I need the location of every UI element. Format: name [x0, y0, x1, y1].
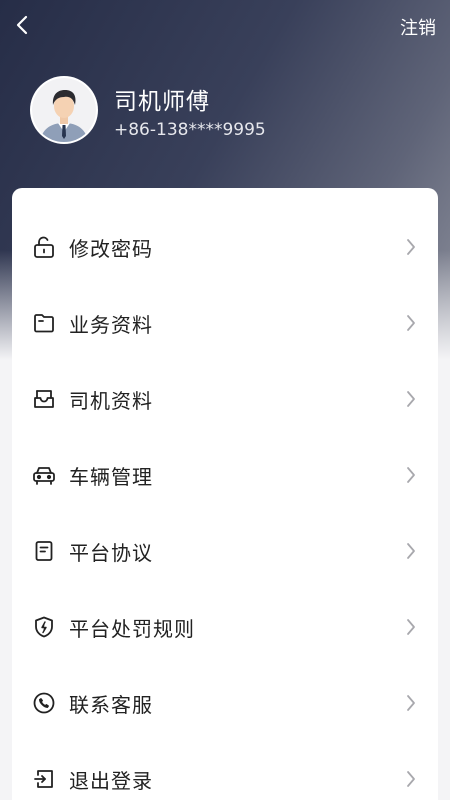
menu-item-label: 车辆管理: [69, 464, 153, 489]
chevron-right-icon: [404, 769, 418, 789]
lock-icon: [31, 234, 57, 260]
menu-item-driver-info[interactable]: 司机资料: [12, 361, 438, 437]
inbox-icon: [31, 386, 57, 412]
menu-item-penalty-rules[interactable]: 平台处罚规则: [12, 589, 438, 665]
menu-item-vehicle-management[interactable]: 车辆管理: [12, 437, 438, 513]
menu-item-sign-out[interactable]: 退出登录: [12, 741, 438, 800]
menu-item-label: 平台协议: [69, 540, 153, 565]
menu-item-label: 司机资料: [69, 388, 153, 413]
avatar-man-icon: [32, 78, 96, 142]
chevron-right-icon: [404, 617, 418, 637]
menu-item-change-password[interactable]: 修改密码: [12, 209, 438, 285]
menu-item-label: 修改密码: [69, 236, 153, 261]
folder-icon: [31, 310, 57, 336]
menu-card: 修改密码 业务资料 司机资料 车辆管理 平台协议 平台处罚规则 联系客服 退出登…: [12, 188, 438, 800]
menu-item-label: 联系客服: [69, 692, 153, 717]
user-phone: +86-138****9995: [114, 120, 266, 140]
car-icon: [31, 462, 57, 488]
document-icon: [31, 538, 57, 564]
chevron-right-icon: [404, 465, 418, 485]
chevron-left-icon: [16, 15, 28, 35]
menu-item-platform-agreement[interactable]: 平台协议: [12, 513, 438, 589]
avatar[interactable]: [30, 76, 98, 144]
menu-item-customer-service[interactable]: 联系客服: [12, 665, 438, 741]
user-name: 司机师傅: [114, 89, 210, 115]
chevron-right-icon: [404, 389, 418, 409]
menu-item-label: 平台处罚规则: [69, 616, 195, 641]
menu-item-label: 退出登录: [69, 768, 153, 793]
menu-item-business-info[interactable]: 业务资料: [12, 285, 438, 361]
account-cancel-button[interactable]: 注销: [400, 14, 436, 40]
shield-bolt-icon: [31, 614, 57, 640]
chevron-right-icon: [404, 313, 418, 333]
chevron-right-icon: [404, 541, 418, 561]
back-button[interactable]: [8, 8, 36, 42]
chevron-right-icon: [404, 693, 418, 713]
chevron-right-icon: [404, 237, 418, 257]
phone-icon: [31, 690, 57, 716]
menu-item-label: 业务资料: [69, 312, 153, 337]
exit-icon: [31, 766, 57, 792]
